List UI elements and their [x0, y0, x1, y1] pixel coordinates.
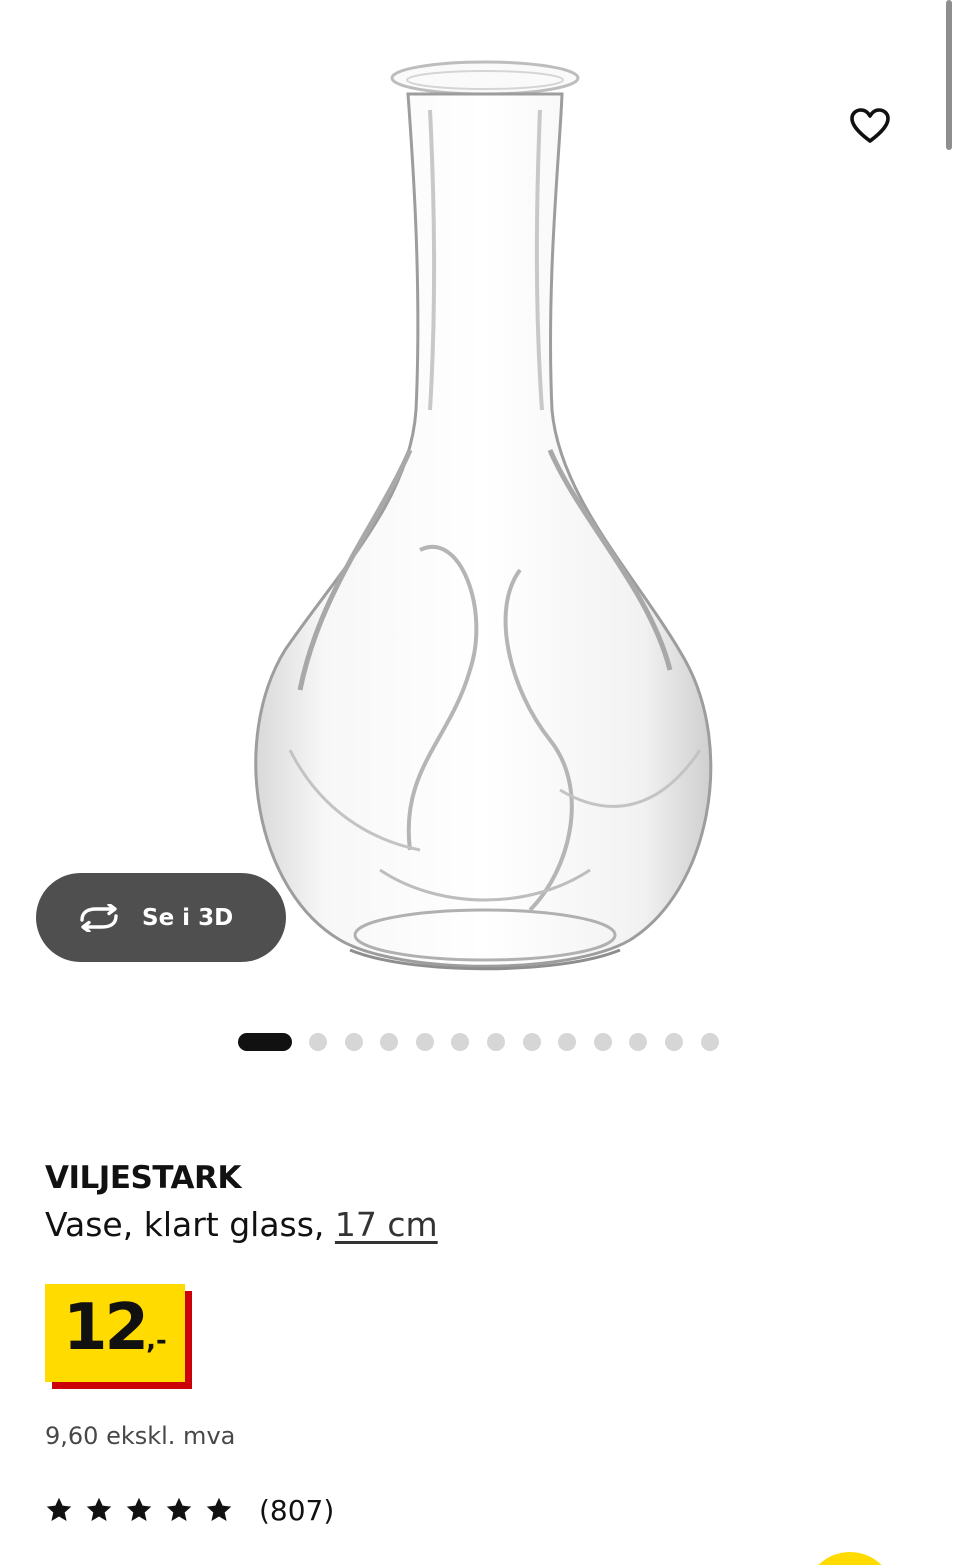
star-icon	[166, 1497, 192, 1521]
carousel-dot[interactable]	[664, 1033, 683, 1051]
carousel-dot[interactable]	[309, 1033, 327, 1051]
carousel-dot[interactable]	[700, 1033, 719, 1051]
rating[interactable]: (807)	[45, 1490, 334, 1530]
view-3d-button[interactable]: Se i 3D	[36, 873, 286, 962]
rotate-arrows-icon	[80, 903, 118, 932]
carousel-dot[interactable]	[415, 1033, 434, 1051]
star-icon	[46, 1497, 72, 1521]
carousel-dot[interactable]	[486, 1033, 505, 1051]
carousel-dot[interactable]	[344, 1033, 363, 1051]
carousel-dot[interactable]	[451, 1033, 470, 1051]
price-suffix: ,-	[146, 1326, 167, 1356]
star-icon	[206, 1497, 232, 1521]
view-3d-label: Se i 3D	[142, 904, 234, 931]
carousel-dot[interactable]	[593, 1033, 612, 1051]
product-page: Se i 3D VILJESTARK Vase, klart glass, 17…	[0, 0, 960, 1565]
size-link[interactable]: 17 cm	[335, 1205, 438, 1244]
product-description: Vase, klart glass, 17 cm	[45, 1205, 438, 1244]
product-name: VILJESTARK	[45, 1160, 241, 1196]
scrollbar[interactable]	[946, 0, 952, 150]
carousel-dot[interactable]	[558, 1033, 577, 1051]
carousel-dot[interactable]	[522, 1033, 541, 1051]
heart-outline-icon	[850, 108, 890, 143]
product-image[interactable]	[230, 50, 730, 980]
price-box: 12 ,-	[45, 1284, 185, 1382]
favorite-button[interactable]	[840, 96, 900, 156]
carousel-dot[interactable]	[380, 1033, 399, 1051]
price-excl-vat: 9,60 ekskl. mva	[45, 1422, 236, 1450]
carousel-dot-active[interactable]	[238, 1033, 292, 1051]
carousel-dot[interactable]	[629, 1033, 648, 1051]
rating-count: (807)	[259, 1493, 335, 1527]
star-icon	[86, 1497, 112, 1521]
carousel-dots	[238, 1032, 736, 1052]
product-description-text: Vase, klart glass,	[45, 1205, 335, 1244]
price-amount: 12	[63, 1291, 149, 1365]
floating-action-button[interactable]	[805, 1552, 895, 1565]
star-icon	[126, 1497, 152, 1521]
price-tag: 12 ,-	[45, 1284, 192, 1389]
